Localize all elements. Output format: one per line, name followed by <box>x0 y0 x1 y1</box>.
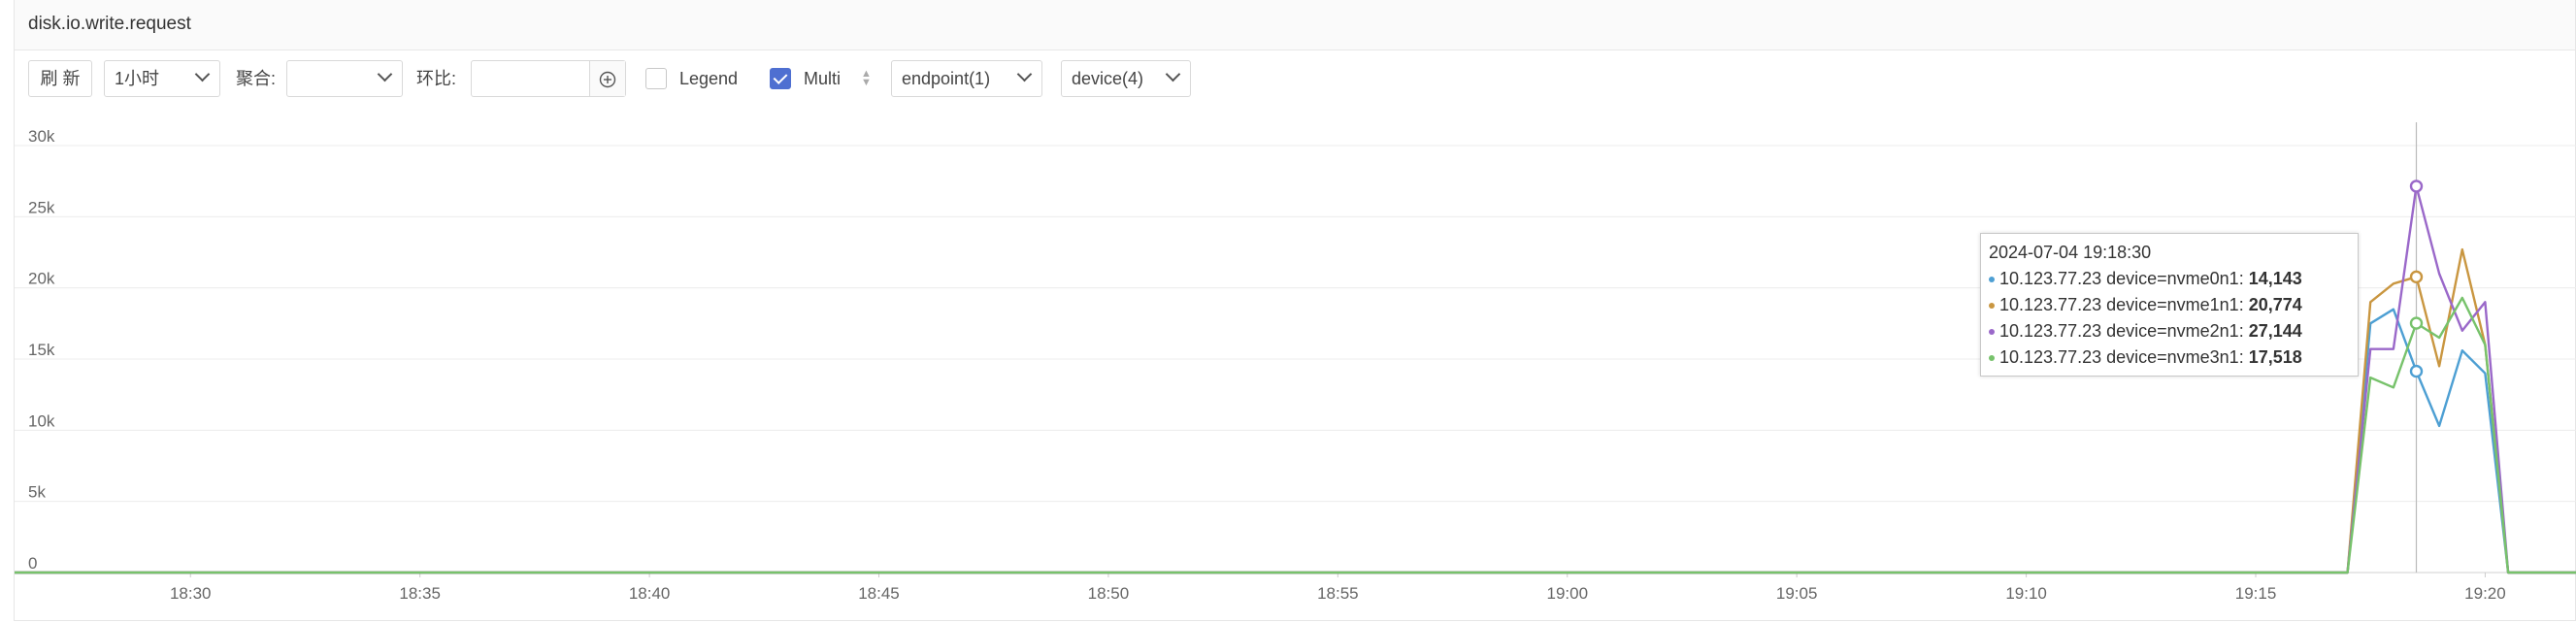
series-dot-icon <box>1989 355 1995 361</box>
x-tick-label: 18:40 <box>629 584 671 603</box>
tooltip-series-name: 10.123.77.23 device=nvme2n1: <box>1999 321 2244 341</box>
hover-point-2 <box>2409 180 2424 193</box>
y-tick-label: 30k <box>28 127 55 146</box>
tooltip-row-nvme0n1: 10.123.77.23 device=nvme0n1: 14,143 <box>1989 266 2350 292</box>
tooltip-row-nvme3n1: 10.123.77.23 device=nvme3n1: 17,518 <box>1989 344 2350 371</box>
x-tick-label: 18:30 <box>170 584 212 603</box>
tooltip-series-value: 17,518 <box>2248 347 2302 367</box>
series-dot-icon <box>1989 303 1995 309</box>
x-tick-label: 18:45 <box>858 584 900 603</box>
x-tick-label: 18:50 <box>1088 584 1130 603</box>
hover-point-3 <box>2409 316 2424 330</box>
y-tick-label: 0 <box>28 554 37 573</box>
tooltip-series-name: 10.123.77.23 device=nvme1n1: <box>1999 295 2244 314</box>
x-tick-label: 18:55 <box>1317 584 1359 603</box>
y-tick-label: 10k <box>28 411 55 430</box>
y-tick-label: 25k <box>28 198 55 216</box>
tooltip-series-value: 20,774 <box>2248 295 2302 314</box>
series-dot-icon <box>1989 329 1995 335</box>
y-tick-label: 15k <box>28 341 55 359</box>
tooltip-series-value: 14,143 <box>2248 269 2302 288</box>
tooltip-series-name: 10.123.77.23 device=nvme0n1: <box>1999 269 2244 288</box>
x-tick-label: 19:20 <box>2464 584 2506 603</box>
y-tick-label: 20k <box>28 270 55 288</box>
x-tick-label: 19:00 <box>1546 584 1588 603</box>
y-tick-label: 5k <box>28 483 46 502</box>
tooltip-series-name: 10.123.77.23 device=nvme3n1: <box>1999 347 2244 367</box>
hover-point-1 <box>2409 270 2424 284</box>
tooltip-row-nvme2n1: 10.123.77.23 device=nvme2n1: 27,144 <box>1989 318 2350 344</box>
chart-panel: disk.io.write.request 刷 新 1小时 聚合: 环比: Le… <box>14 0 2576 621</box>
tooltip-series-value: 27,144 <box>2248 321 2302 341</box>
x-tick-label: 18:35 <box>399 584 441 603</box>
x-tick-label: 19:05 <box>1776 584 1818 603</box>
hover-point-0 <box>2409 364 2424 378</box>
x-tick-label: 19:15 <box>2235 584 2277 603</box>
series-dot-icon <box>1989 277 1995 282</box>
tooltip-row-nvme1n1: 10.123.77.23 device=nvme1n1: 20,774 <box>1989 292 2350 318</box>
chart-tooltip: 2024-07-04 19:18:30 10.123.77.23 device=… <box>1980 233 2359 377</box>
tooltip-time: 2024-07-04 19:18:30 <box>1989 243 2152 262</box>
x-tick-label: 19:10 <box>2005 584 2047 603</box>
